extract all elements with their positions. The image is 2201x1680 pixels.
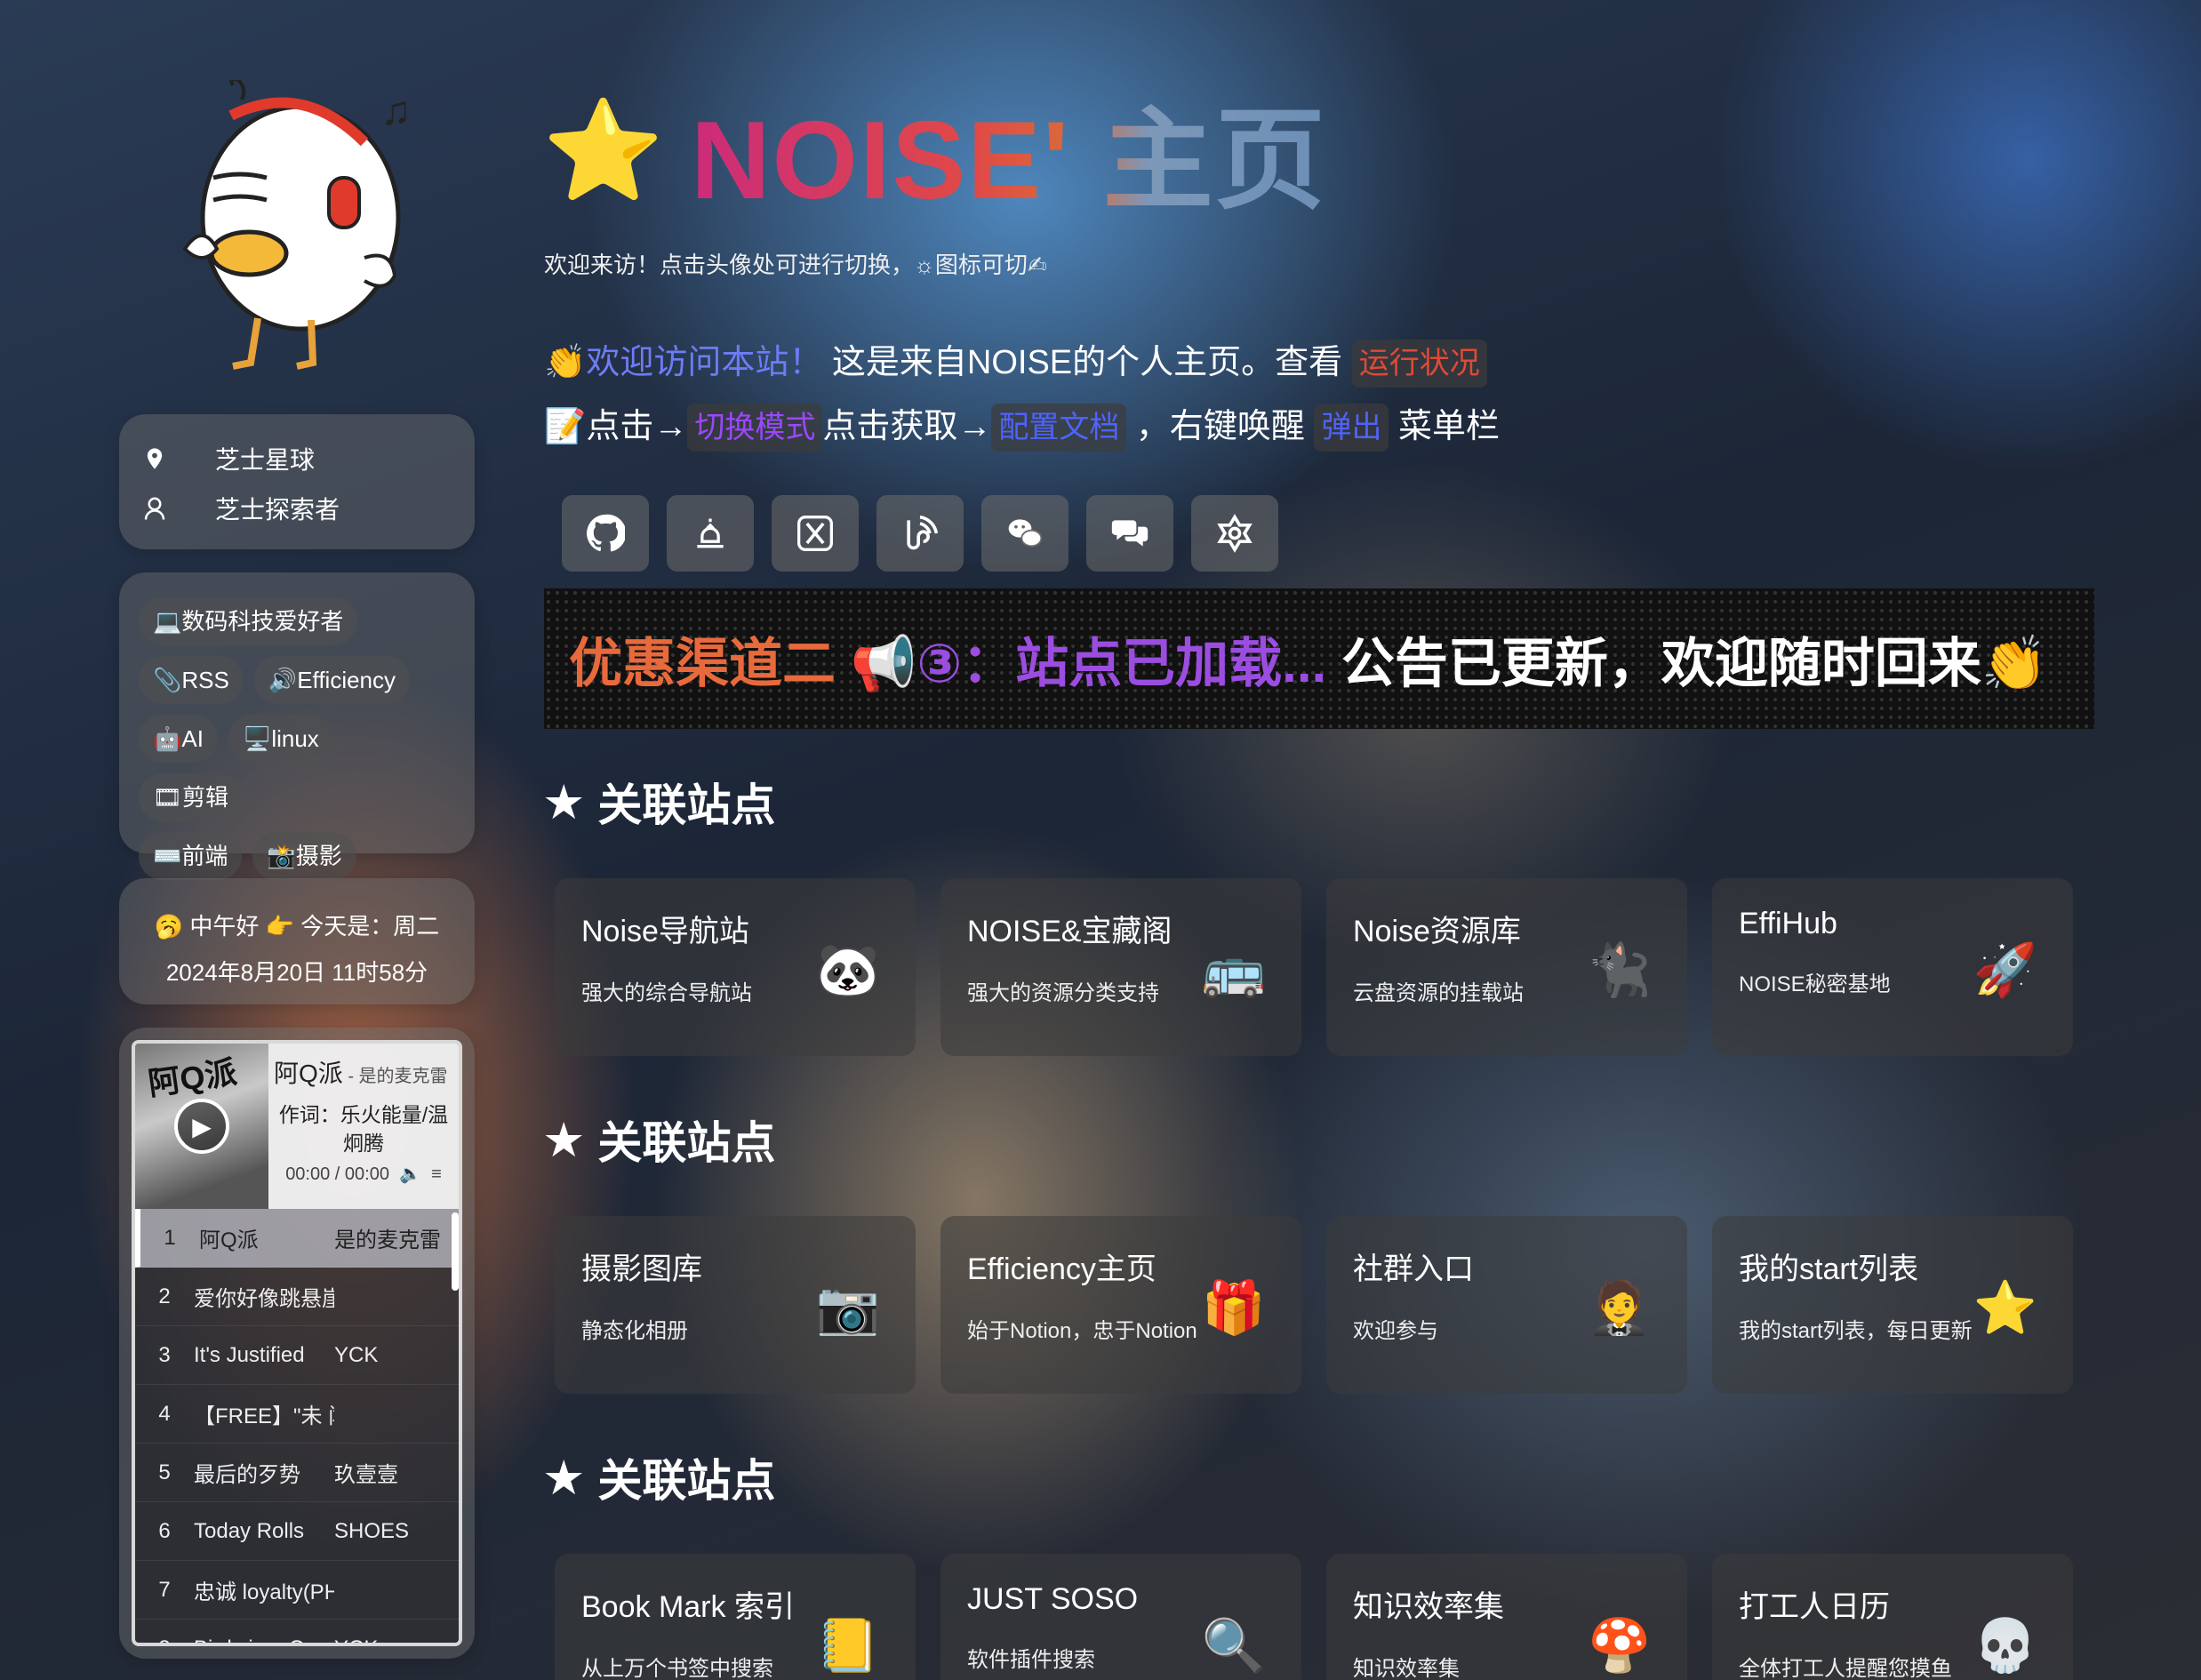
site-card[interactable]: EffiHub NOISE秘密基地 🚀 — [1712, 878, 2073, 1056]
site-card[interactable]: 摄影图库 静态化相册 📷 — [555, 1216, 916, 1394]
playlist-menu-icon[interactable]: ≡ — [427, 1164, 442, 1184]
tag[interactable]: ⌨️前端 — [139, 832, 243, 880]
site-card-icon: 🍄 — [1587, 1617, 1653, 1675]
playlist-item[interactable]: 7忠诚 loyalty(PHONK) — [135, 1561, 459, 1620]
tag[interactable]: 🖥️linux — [228, 715, 333, 763]
rocket-bell-icon[interactable] — [667, 495, 754, 572]
album-cover: 阿Q派 ▶ — [135, 1044, 268, 1209]
playlist-item[interactable]: 8Birds in a CageYCK — [135, 1620, 459, 1644]
playlist-item[interactable]: 4【FREE】"未 闻 花 名" — [135, 1385, 459, 1444]
volume-icon[interactable]: 🔈 — [395, 1164, 421, 1184]
star-icon: ★ — [542, 1113, 586, 1167]
site-card[interactable]: 社群入口 欢迎参与 🤵 — [1326, 1216, 1687, 1394]
github-icon[interactable] — [562, 495, 649, 572]
location-text: 芝士星球 — [215, 446, 316, 474]
site-card[interactable]: Efficiency主页 始于Notion，忠于Notion 🎁 — [940, 1216, 1301, 1394]
chat-icon[interactable] — [1086, 495, 1173, 572]
wechat-icon[interactable] — [981, 495, 1068, 572]
user-icon — [137, 491, 172, 526]
docs-link[interactable]: 配置文档 — [991, 404, 1127, 452]
avatar[interactable]: ♫ — [178, 76, 436, 382]
album-cover-text: 阿Q派 — [145, 1053, 239, 1102]
section-title: ★ 关联站点 — [542, 1113, 776, 1169]
section-title: ★ 关联站点 — [542, 1451, 776, 1507]
playlist-item[interactable]: 5 最后的歹势 玖壹壹 — [135, 1444, 459, 1502]
site-card-icon: 🤵 — [1587, 1279, 1653, 1337]
location-pin-icon — [137, 441, 172, 476]
site-card[interactable]: 知识效率集 知识效率集 🍄 — [1326, 1554, 1687, 1680]
greeting-card: 🥱 中午好 👉 今天是：周二 2024年8月20日 11时58分 — [119, 878, 475, 1004]
x-twitter-icon[interactable] — [772, 495, 859, 572]
site-card-icon: 🚌 — [1201, 941, 1267, 999]
site-card-icon: 🐼 — [815, 941, 881, 999]
subtitle: 欢迎来访！点击头像处可进行切换，☼图标可切✍ — [544, 252, 1047, 278]
tag[interactable]: 📸摄影 — [252, 832, 356, 880]
svg-text:♫: ♫ — [380, 87, 412, 133]
site-card[interactable]: Noise导航站 强大的综合导航站 🐼 — [555, 878, 916, 1056]
site-card-icon: 🔍 — [1201, 1617, 1267, 1675]
time-display: 00:00 / 00:00 — [285, 1164, 389, 1184]
tag[interactable]: 🔊Efficiency — [253, 656, 411, 704]
site-card-icon: 🚀 — [1973, 941, 2038, 999]
playlist: 1 阿Q派 是的麦克雷 2 爱你好像跳悬崖 3 It's Justified YCK 4 【… — [135, 1209, 459, 1644]
intro-text: 👏欢迎访问本站！ 这是来自NOISE的个人主页。查看 运行状况 📝点击→ 切换模式… — [544, 331, 1500, 459]
profile-info-card: 芝士星球 芝士探索者 — [119, 414, 475, 549]
social-links — [562, 495, 1278, 572]
playlist-item[interactable]: 1 阿Q派 是的麦克雷 — [135, 1209, 459, 1268]
ticker-part3: 公告已更新，欢迎随时回来👏 — [1341, 633, 2048, 693]
tags-card: 💻数码科技爱好者 📎RSS 🔊Efficiency 🤖AI 🖥️linux 🎞剪辑 ⌨… — [119, 572, 475, 880]
popup-link[interactable]: 弹出 — [1314, 404, 1389, 452]
playlist-item[interactable]: 2 爱你好像跳悬崖 — [135, 1268, 459, 1326]
switch-mode-link[interactable]: 切换模式 — [687, 404, 823, 452]
datetime-text: 2024年8月20日 11时58分 — [165, 959, 428, 986]
playlist-item[interactable]: 6 Today Rolls SHOES — [135, 1502, 459, 1561]
site-card-icon: 🐈‍⬛ — [1587, 941, 1653, 999]
site-title: NOISE' 主页 — [691, 70, 1327, 230]
settings-icon[interactable] — [1191, 495, 1278, 572]
site-card-icon: 📒 — [815, 1617, 881, 1675]
site-card[interactable]: NOISE&宝藏阁 强大的资源分类支持 🚌 — [940, 878, 1301, 1056]
music-player: 阿Q派 ▶ 阿Q派 - 是的麦克雷 作词：乐火能量/温炯腾 00:00 / 00… — [119, 1028, 475, 1659]
tag[interactable]: 🎞剪辑 — [139, 773, 244, 821]
site-grid: 摄影图库 静态化相册 📷 Efficiency主页 始于Notion，忠于Notion… — [555, 1216, 2073, 1394]
site-grid: Book Mark 索引 从上万个书签中搜索 📒 JUST SOSO 软件插件搜索 🔍 … — [555, 1554, 2073, 1680]
playlist-scrollbar[interactable] — [452, 1212, 459, 1291]
announcement-ticker: 优惠渠道二 📢③：站点已加载... 公告已更新，欢迎随时回来👏 — [544, 588, 2094, 729]
ticker-part1: 优惠渠道二 — [569, 633, 836, 693]
tag[interactable]: 📎RSS — [139, 656, 244, 704]
site-card[interactable]: JUST SOSO 软件插件搜索 🔍 — [940, 1554, 1301, 1680]
greeting-text: 🥱 中午好 👉 今天是：周二 — [154, 913, 440, 940]
page-title: ⭐ NOISE' 主页 — [542, 92, 1327, 223]
tag[interactable]: 🤖AI — [139, 715, 218, 763]
site-card-icon: 💀 — [1973, 1617, 2038, 1675]
tag[interactable]: 💻数码科技爱好者 — [139, 597, 358, 645]
play-button[interactable]: ▶ — [174, 1099, 229, 1154]
site-card[interactable]: 打工人日历 全体打工人提醒您摸鱼 💀 — [1712, 1554, 2073, 1680]
role-text: 芝士探索者 — [215, 496, 340, 524]
playlist-item[interactable]: 3 It's Justified YCK — [135, 1326, 459, 1385]
site-card-icon: ⭐ — [1973, 1279, 2038, 1337]
site-card[interactable]: Book Mark 索引 从上万个书签中搜索 📒 — [555, 1554, 916, 1680]
player-controls: 00:00 / 00:00 🔈 ≡ — [274, 1163, 453, 1185]
site-card[interactable]: 我的start列表 我的start列表，每日更新 ⭐ — [1712, 1216, 2073, 1394]
star-icon: ★ — [542, 1451, 586, 1505]
site-grid: Noise导航站 强大的综合导航站 🐼 NOISE&宝藏阁 强大的资源分类支持 🚌 No… — [555, 878, 2073, 1056]
welcome-text: 👏欢迎访问本站！ — [544, 344, 823, 381]
duck-avatar-icon: ♫ — [182, 76, 412, 370]
star-icon: ★ — [542, 775, 586, 829]
lyric-text: 作词：乐火能量/温炯腾 — [278, 1103, 449, 1155]
section-title: ★ 关联站点 — [542, 775, 776, 831]
ticker-part2: 📢③：站点已加载... — [850, 633, 1327, 693]
now-playing-title: 阿Q派 - 是的麦克雷 — [274, 1060, 448, 1087]
site-card[interactable]: Noise资源库 云盘资源的挂载站 🐈‍⬛ — [1326, 878, 1687, 1056]
status-link[interactable]: 运行状况 — [1351, 340, 1487, 388]
site-card-icon: 🎁 — [1201, 1279, 1267, 1337]
site-card-icon: 📷 — [815, 1279, 881, 1337]
star-icon: ⭐ — [542, 95, 664, 205]
blog-icon[interactable] — [876, 495, 964, 572]
